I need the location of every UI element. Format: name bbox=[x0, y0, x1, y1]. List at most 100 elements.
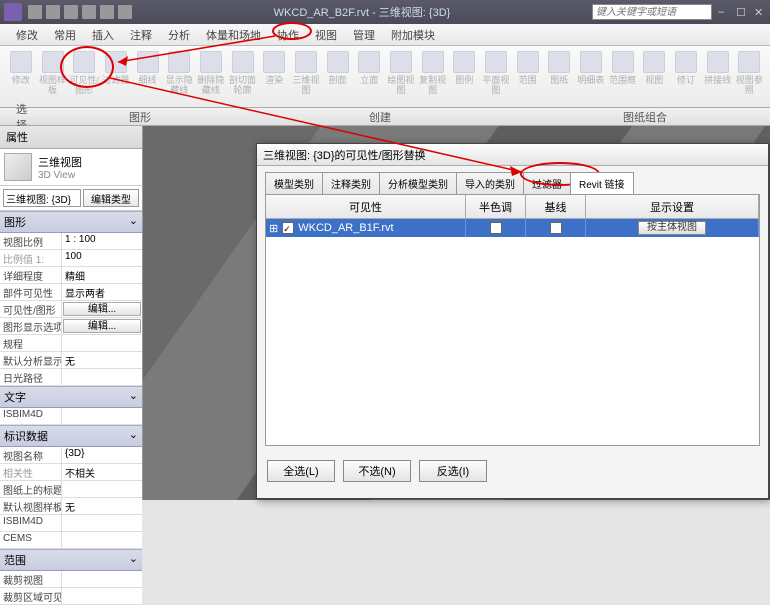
ribbon-show-hidden[interactable]: 显示隐藏线 bbox=[164, 49, 194, 105]
ribbon-revision[interactable]: 修订 bbox=[671, 49, 701, 105]
property-row[interactable]: 裁剪区域可见 bbox=[0, 588, 142, 605]
display-settings-button[interactable]: 按主体视图 bbox=[638, 221, 706, 235]
prop-value[interactable] bbox=[62, 588, 142, 604]
ribbon-duplicate-view[interactable]: 复制视图 bbox=[418, 49, 448, 105]
ribbon-cut-profile[interactable]: 剖切面轮廓 bbox=[228, 49, 258, 105]
property-row[interactable]: 图纸上的标题 bbox=[0, 481, 142, 498]
ribbon-visibility-graphics[interactable]: 可见性/图形 bbox=[69, 49, 99, 105]
property-row[interactable]: 视图名称{3D} bbox=[0, 447, 142, 464]
ribbon-sheet[interactable]: 图纸 bbox=[544, 49, 574, 105]
prop-value[interactable]: 无 bbox=[62, 352, 142, 368]
property-row[interactable]: 默认分析显示无 bbox=[0, 352, 142, 369]
property-row[interactable]: 图形显示选项编辑... bbox=[0, 318, 142, 335]
prop-value[interactable]: 编辑... bbox=[63, 319, 141, 333]
help-search-input[interactable] bbox=[592, 4, 712, 20]
close-icon[interactable]: ✕ bbox=[754, 6, 766, 18]
property-row[interactable]: 裁剪视图 bbox=[0, 571, 142, 588]
prop-value[interactable] bbox=[62, 408, 142, 424]
type-preview[interactable]: 三维视图 3D View bbox=[0, 149, 142, 186]
ribbon-drafting-view[interactable]: 绘图视图 bbox=[386, 49, 416, 105]
ribbon-render[interactable]: 渲染 bbox=[259, 49, 289, 105]
tab-home[interactable]: 常用 bbox=[46, 25, 84, 45]
tab-collab[interactable]: 协作 bbox=[269, 25, 307, 45]
property-row[interactable]: 部件可见性显示两者 bbox=[0, 284, 142, 301]
ribbon-plan-view[interactable]: 平面视图 bbox=[481, 49, 511, 105]
property-row[interactable]: 默认视图样板无 bbox=[0, 498, 142, 515]
ribbon-thin-lines[interactable]: 细线 bbox=[133, 49, 163, 105]
prop-value[interactable] bbox=[62, 571, 142, 587]
ribbon-section[interactable]: 剖面 bbox=[323, 49, 353, 105]
ribbon-elevation[interactable]: 立面 bbox=[354, 49, 384, 105]
edit-type-button[interactable]: 编辑类型 bbox=[83, 189, 139, 207]
tab-view[interactable]: 视图 bbox=[307, 25, 345, 45]
tab-manage[interactable]: 管理 bbox=[345, 25, 383, 45]
prop-value[interactable]: 编辑... bbox=[63, 302, 141, 316]
minimize-icon[interactable]: – bbox=[718, 6, 730, 18]
prop-value[interactable] bbox=[62, 335, 142, 351]
prop-value[interactable] bbox=[62, 532, 142, 548]
tab-annotation-categories[interactable]: 注释类别 bbox=[322, 172, 380, 194]
prop-group-identity[interactable]: 标识数据⌄ bbox=[0, 425, 142, 447]
link-visibility-checkbox[interactable] bbox=[282, 222, 294, 234]
ribbon-matchline[interactable]: 拼接线 bbox=[703, 49, 733, 105]
property-row[interactable]: 相关性不相关 bbox=[0, 464, 142, 481]
property-row[interactable]: CEMS bbox=[0, 532, 142, 549]
select-none-button[interactable]: 不选(N) bbox=[343, 460, 411, 482]
property-row[interactable]: 视图比例1 : 100 bbox=[0, 233, 142, 250]
link-row[interactable]: ⊞ WKCD_AR_B1F.rvt 按主体视图 bbox=[266, 219, 759, 237]
ribbon-filters[interactable]: 过滤器 bbox=[101, 49, 131, 105]
ribbon-modify[interactable]: 修改 bbox=[6, 49, 36, 105]
tab-model-categories[interactable]: 模型类别 bbox=[265, 172, 323, 194]
ribbon-legend[interactable]: 图例 bbox=[449, 49, 479, 105]
prop-value[interactable] bbox=[62, 515, 142, 531]
prop-value[interactable]: 显示两者 bbox=[62, 284, 142, 300]
tab-filters[interactable]: 过滤器 bbox=[523, 172, 571, 194]
select-all-button[interactable]: 全选(L) bbox=[267, 460, 335, 482]
qat-save-icon[interactable] bbox=[46, 5, 60, 19]
prop-value[interactable] bbox=[62, 369, 142, 385]
tab-imported-categories[interactable]: 导入的类别 bbox=[456, 172, 524, 194]
link-halftone-checkbox[interactable] bbox=[490, 222, 502, 234]
property-row[interactable]: 规程 bbox=[0, 335, 142, 352]
prop-value[interactable]: 100 bbox=[62, 250, 142, 266]
qat-redo-icon[interactable] bbox=[82, 5, 96, 19]
prop-value[interactable]: {3D} bbox=[62, 447, 142, 463]
ribbon-3d-view[interactable]: 三维视图 bbox=[291, 49, 321, 105]
app-logo-icon[interactable] bbox=[4, 3, 22, 21]
prop-value[interactable]: 1 : 100 bbox=[62, 233, 142, 249]
property-row[interactable]: 日光路径 bbox=[0, 369, 142, 386]
property-row[interactable]: 详细程度精细 bbox=[0, 267, 142, 284]
ribbon-scope-box[interactable]: 范围框 bbox=[608, 49, 638, 105]
prop-value[interactable] bbox=[62, 481, 142, 497]
tab-modify[interactable]: 修改 bbox=[8, 25, 46, 45]
qat-undo-icon[interactable] bbox=[64, 5, 78, 19]
prop-value[interactable]: 精细 bbox=[62, 267, 142, 283]
ribbon-view-template[interactable]: 视图样板 bbox=[38, 49, 68, 105]
invert-selection-button[interactable]: 反选(I) bbox=[419, 460, 487, 482]
tab-annotate[interactable]: 注释 bbox=[122, 25, 160, 45]
prop-value[interactable]: 无 bbox=[62, 498, 142, 514]
ribbon-view-ref[interactable]: 视图参照 bbox=[734, 49, 764, 105]
property-row[interactable]: 比例值 1:100 bbox=[0, 250, 142, 267]
ribbon-view2[interactable]: 视图 bbox=[639, 49, 669, 105]
tab-addins[interactable]: 附加模块 bbox=[383, 25, 443, 45]
prop-group-text[interactable]: 文字⌄ bbox=[0, 386, 142, 408]
qat-sync-icon[interactable] bbox=[118, 5, 132, 19]
link-underlay-checkbox[interactable] bbox=[550, 222, 562, 234]
property-row[interactable]: 可见性/图形编辑... bbox=[0, 301, 142, 318]
tab-revit-links[interactable]: Revit 链接 bbox=[570, 172, 634, 194]
dialog-titlebar[interactable]: 三维视图: {3D}的可见性/图形替换 bbox=[257, 144, 768, 166]
property-row[interactable]: ISBIM4D bbox=[0, 408, 142, 425]
ribbon-scope[interactable]: 范围 bbox=[513, 49, 543, 105]
tab-analytical-categories[interactable]: 分析模型类别 bbox=[379, 172, 457, 194]
ribbon-remove-hidden[interactable]: 删除隐藏线 bbox=[196, 49, 226, 105]
property-row[interactable]: ISBIM4D bbox=[0, 515, 142, 532]
view-selector-dropdown[interactable]: 三维视图: {3D} bbox=[3, 189, 81, 207]
prop-group-extents[interactable]: 范围⌄ bbox=[0, 549, 142, 571]
qat-open-icon[interactable] bbox=[28, 5, 42, 19]
prop-group-graphics[interactable]: 图形⌄ bbox=[0, 211, 142, 233]
ribbon-schedule[interactable]: 明细表 bbox=[576, 49, 606, 105]
tab-massing[interactable]: 体量和场地 bbox=[198, 25, 269, 45]
maximize-icon[interactable]: ☐ bbox=[736, 6, 748, 18]
tab-insert[interactable]: 插入 bbox=[84, 25, 122, 45]
